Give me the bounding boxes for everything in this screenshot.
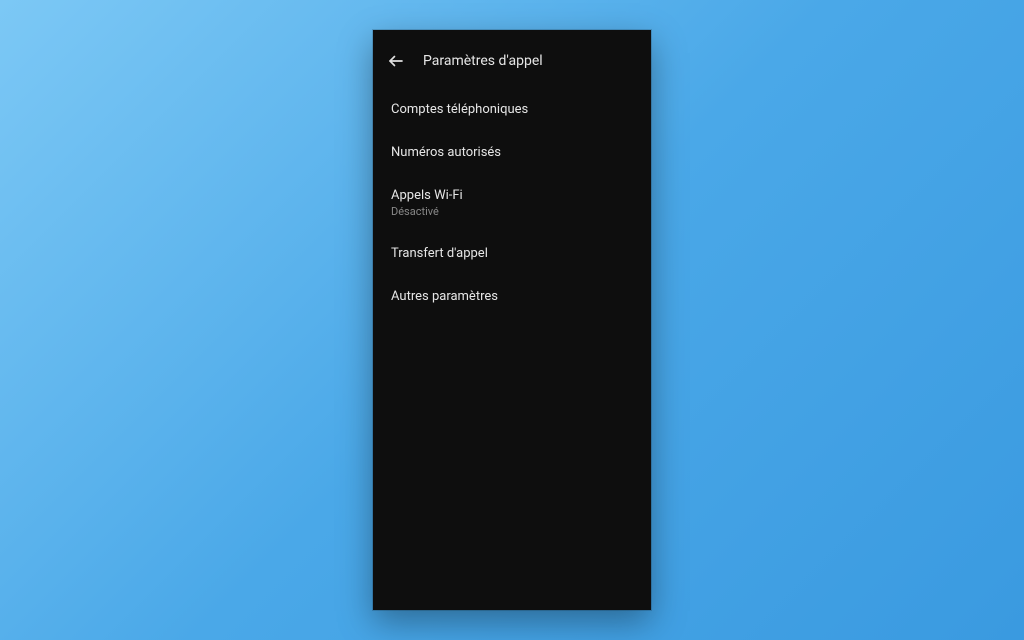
list-item-wifi-calling[interactable]: Appels Wi-Fi Désactivé (373, 174, 651, 232)
item-title: Autres paramètres (391, 289, 633, 304)
item-title: Appels Wi-Fi (391, 188, 633, 203)
item-title: Comptes téléphoniques (391, 102, 633, 117)
list-item-call-forwarding[interactable]: Transfert d'appel (373, 232, 651, 275)
item-title: Numéros autorisés (391, 145, 633, 160)
list-item-additional-settings[interactable]: Autres paramètres (373, 275, 651, 318)
list-item-fixed-dialing[interactable]: Numéros autorisés (373, 131, 651, 174)
settings-list: Comptes téléphoniques Numéros autorisés … (373, 84, 651, 322)
item-subtitle: Désactivé (391, 205, 633, 218)
header: Paramètres d'appel (373, 30, 651, 84)
item-title: Transfert d'appel (391, 246, 633, 261)
page-title: Paramètres d'appel (423, 53, 543, 69)
back-arrow-icon[interactable] (387, 52, 405, 70)
phone-screen: Paramètres d'appel Comptes téléphoniques… (373, 30, 651, 610)
list-item-calling-accounts[interactable]: Comptes téléphoniques (373, 88, 651, 131)
